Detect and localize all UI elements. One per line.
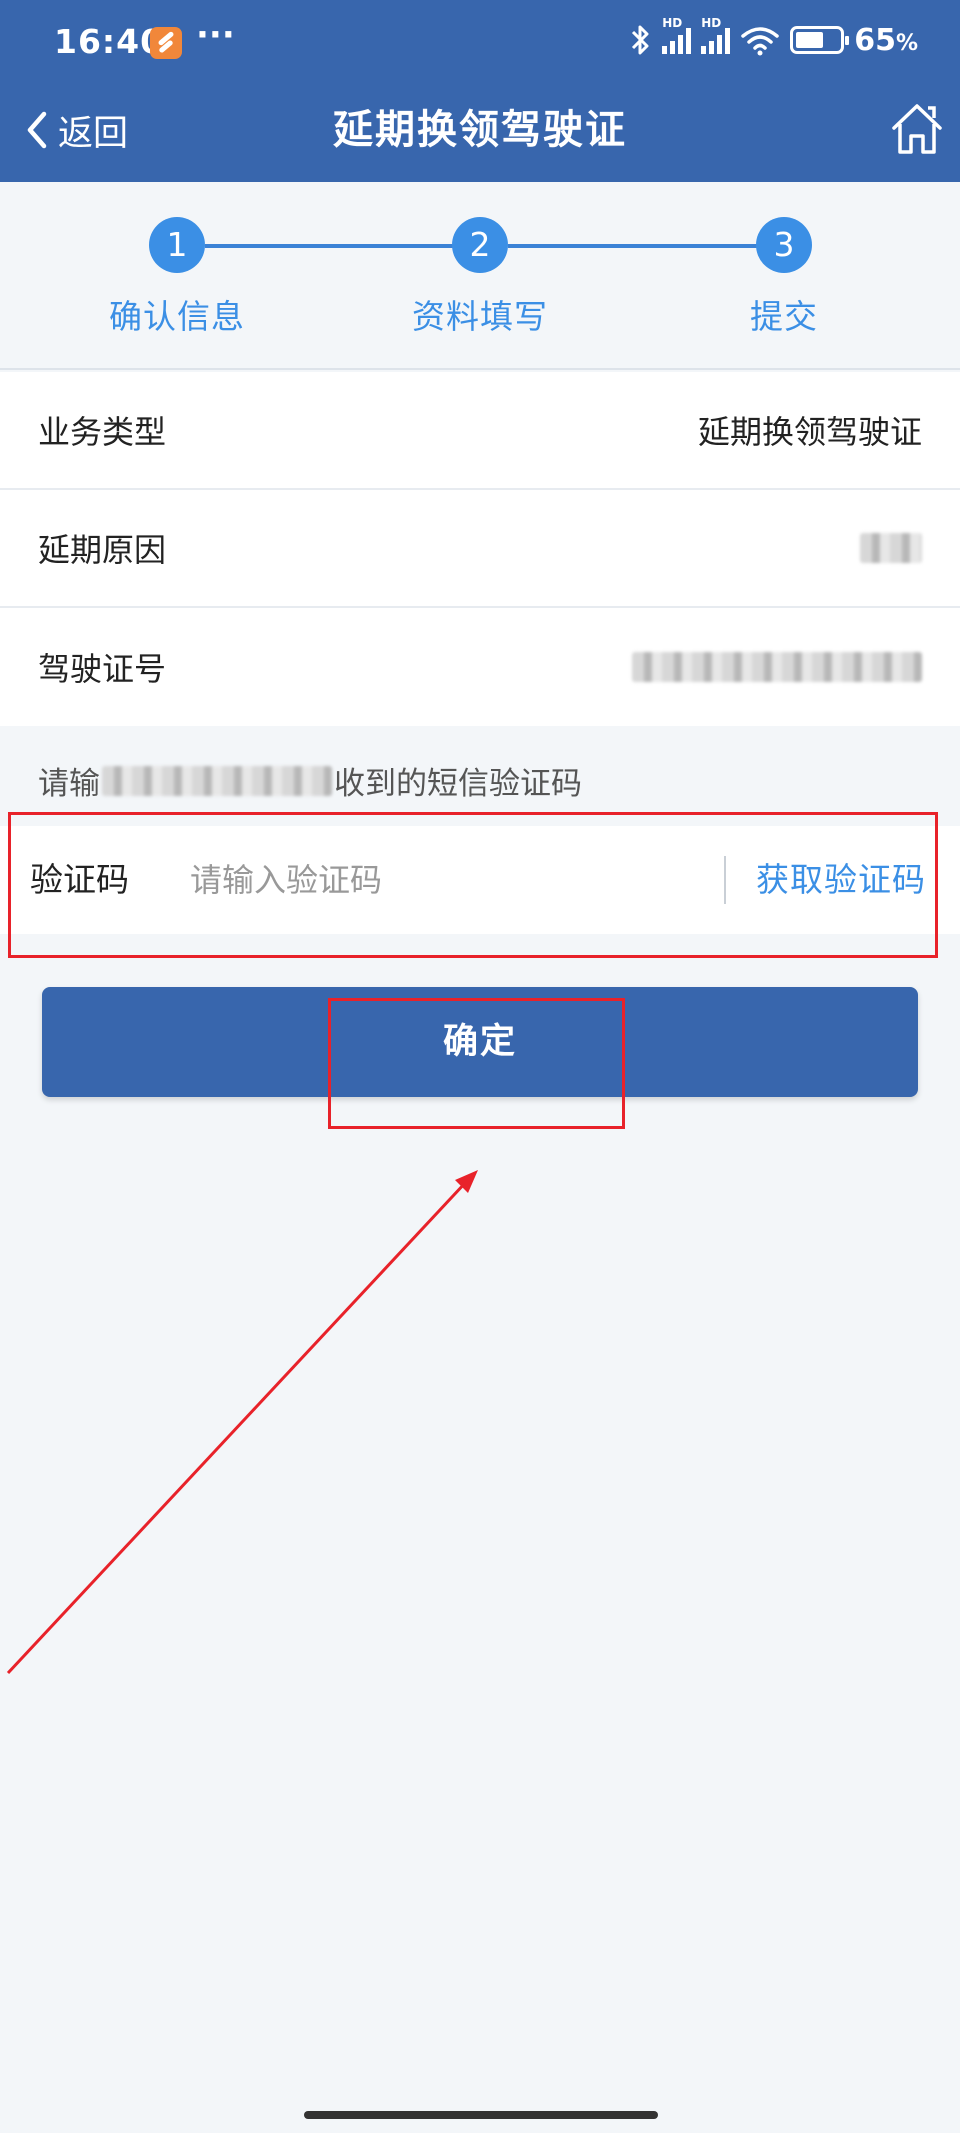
step-1-label: 确认信息 — [109, 297, 245, 336]
license-number-label: 驾驶证号 — [38, 650, 167, 688]
info-row-delay-reason: 延期原因 — [0, 490, 960, 608]
license-number-value-redacted — [632, 652, 922, 682]
step-2-indicator: 2 — [452, 217, 508, 273]
bluetooth-icon — [632, 25, 649, 55]
top-bar: 16:40 ··· HD HD 65% 返回 延期换领驾驶证 — [0, 0, 960, 182]
hd-label: HD — [701, 16, 722, 30]
info-row-license-number: 驾驶证号 — [0, 608, 960, 726]
app-notification-icon — [150, 27, 182, 59]
step-connector — [508, 244, 760, 248]
annotation-box-code-field — [8, 812, 938, 958]
business-type-value: 延期换领驾驶证 — [697, 413, 922, 451]
step-connector — [205, 244, 457, 248]
hd-label: HD — [662, 16, 683, 30]
sms-hint-prefix: 请输 — [38, 766, 100, 802]
home-icon[interactable] — [888, 100, 946, 158]
delay-reason-label: 延期原因 — [38, 531, 167, 569]
battery-percent: 65% — [854, 22, 918, 58]
info-row-business-type: 业务类型 延期换领驾驶证 — [0, 372, 960, 490]
sms-hint-suffix: 收到的短信验证码 — [334, 766, 582, 802]
status-icons: HD HD 65% — [630, 16, 918, 60]
step-2-label: 资料填写 — [412, 297, 548, 336]
step-1-indicator: 1 — [149, 217, 205, 273]
info-list: 业务类型 延期换领驾驶证 延期原因 驾驶证号 — [0, 372, 960, 726]
wifi-icon — [741, 27, 779, 56]
status-more: ··· — [196, 15, 235, 55]
annotation-arrow — [6, 1170, 478, 1675]
progress-steps: 1 2 3 确认信息 资料填写 提交 — [0, 182, 960, 370]
battery-icon — [790, 26, 850, 54]
sms-hint: 请输 收到的短信验证码 — [38, 758, 582, 803]
signal-icon: HD — [662, 16, 692, 54]
home-indicator[interactable] — [304, 2111, 658, 2119]
step-3-indicator: 3 — [756, 217, 812, 273]
step-3-label: 提交 — [750, 297, 818, 336]
phone-number-redacted — [102, 765, 332, 796]
screen: 16:40 ··· HD HD 65% 返回 延期换领驾驶证 1 2 3 确认信… — [0, 0, 960, 2133]
business-type-label: 业务类型 — [38, 413, 167, 451]
annotation-box-confirm-button — [328, 998, 625, 1129]
signal-icon: HD — [701, 16, 731, 54]
status-time: 16:40 — [54, 22, 165, 61]
page-title: 延期换领驾驶证 — [333, 107, 627, 153]
delay-reason-value-redacted — [860, 533, 922, 563]
